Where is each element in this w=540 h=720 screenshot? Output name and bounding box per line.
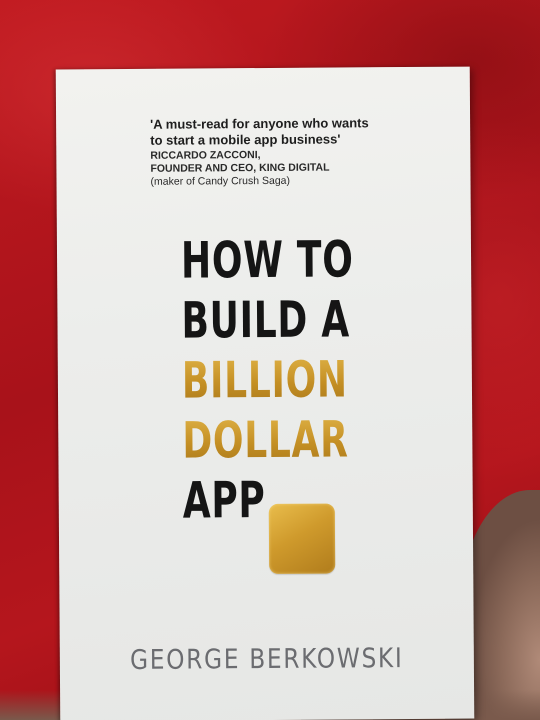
title-line-how-to: HOW TO [180,230,354,290]
author-name-text: GEORGE BERKOWSKI [130,643,404,676]
title-line-dollar: DOLLAR [182,409,355,470]
book-title: HOW TO BUILD A BILLION DOLLAR APP [181,229,423,531]
title-line-build-a: BUILD A [181,290,351,350]
quote-attribution-note: (maker of Candy Crush Saga) [150,174,291,188]
author-name: GEORGE BERKOWSKI [60,643,474,677]
title-line-billion: BILLION [182,349,355,410]
quote-text: 'A must-read for anyone who wants to sta… [150,115,369,148]
endorsement-quote: 'A must-read for anyone who wants to sta… [150,115,410,189]
gold-app-icon [268,503,336,574]
book-cover: 'A must-read for anyone who wants to sta… [55,66,475,720]
